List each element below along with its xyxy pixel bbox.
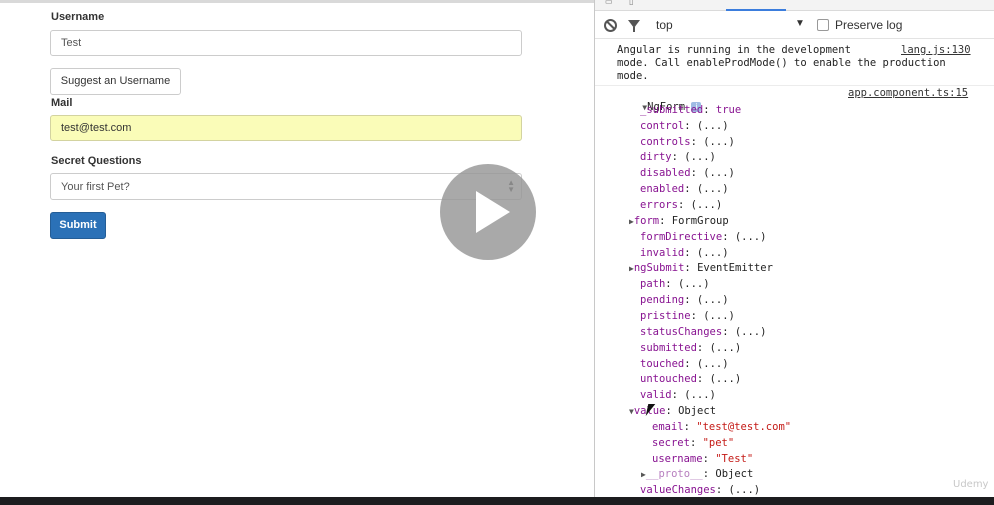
video-player-bar bbox=[0, 497, 994, 505]
console-toolbar: top ▼ Preserve log bbox=[595, 12, 994, 39]
devtools-tabbar: ▭ ▯ bbox=[595, 0, 994, 11]
object-property[interactable]: enabled: (...) bbox=[640, 183, 729, 196]
object-property[interactable]: touched: (...) bbox=[640, 358, 729, 371]
mail-label: Mail bbox=[51, 97, 73, 109]
object-property[interactable]: ▶form: FormGroup bbox=[629, 215, 729, 228]
object-property[interactable]: control: (...) bbox=[640, 120, 729, 133]
message-line: mode. Call enableProdMode() to enable th… bbox=[617, 57, 946, 69]
object-property[interactable]: pending: (...) bbox=[640, 294, 729, 307]
clear-console-icon[interactable] bbox=[604, 19, 617, 32]
preserve-log-label: Preserve log bbox=[835, 18, 903, 32]
context-dropdown-icon[interactable]: ▼ bbox=[795, 18, 805, 29]
username-label: Username bbox=[51, 11, 105, 23]
object-property[interactable]: path: (...) bbox=[640, 278, 710, 291]
object-property[interactable]: disabled: (...) bbox=[640, 167, 735, 180]
object-property[interactable]: pristine: (...) bbox=[640, 310, 735, 323]
object-property: secret: "pet" bbox=[652, 437, 735, 449]
context-selector[interactable]: top bbox=[656, 18, 673, 32]
play-icon bbox=[476, 191, 510, 233]
video-play-button[interactable] bbox=[440, 164, 536, 260]
filter-icon[interactable] bbox=[628, 20, 640, 32]
devtools-panel: ▭ ▯ top ▼ Preserve log Angular is runnin… bbox=[594, 0, 994, 497]
inspect-icon[interactable]: ▭ bbox=[605, 0, 613, 6]
object-property[interactable]: untouched: (...) bbox=[640, 373, 741, 386]
preserve-log-checkbox[interactable] bbox=[817, 19, 829, 31]
object-property[interactable]: ▶__proto__: Object bbox=[641, 468, 753, 481]
object-property[interactable]: dirty: (...) bbox=[640, 151, 716, 164]
udemy-watermark: Udemy bbox=[953, 479, 989, 490]
object-property[interactable]: formDirective: (...) bbox=[640, 231, 766, 244]
object-property[interactable]: valueChanges: (...) bbox=[640, 484, 760, 497]
object-property[interactable]: invalid: (...) bbox=[640, 247, 729, 260]
secret-questions-label: Secret Questions bbox=[51, 155, 142, 167]
object-property: username: "Test" bbox=[652, 453, 754, 465]
object-property[interactable]: ▶ngSubmit: EventEmitter bbox=[629, 262, 773, 275]
source-link[interactable]: app.component.ts:15 bbox=[848, 87, 968, 99]
console-message-text: Angular is running in the development mo… bbox=[617, 44, 946, 83]
object-property[interactable]: ▼value: Object bbox=[629, 405, 716, 418]
object-property[interactable]: errors: (...) bbox=[640, 199, 722, 212]
username-input[interactable]: Test bbox=[50, 30, 522, 56]
object-property[interactable]: valid: (...) bbox=[640, 389, 716, 402]
secret-question-value: Your first Pet? bbox=[61, 181, 130, 193]
source-link[interactable]: lang.js:130 bbox=[901, 44, 971, 56]
object-property: _submitted: true bbox=[640, 104, 742, 116]
message-line: Angular is running in the development bbox=[617, 44, 851, 56]
message-line: mode. bbox=[617, 70, 649, 82]
object-property[interactable]: submitted: (...) bbox=[640, 342, 741, 355]
active-tab-indicator bbox=[726, 9, 786, 11]
device-icon[interactable]: ▯ bbox=[629, 0, 633, 6]
suggest-username-button[interactable]: Suggest an Username bbox=[50, 68, 181, 95]
object-property[interactable]: controls: (...) bbox=[640, 136, 735, 149]
mail-input[interactable]: test@test.com bbox=[50, 115, 522, 141]
submit-button[interactable]: Submit bbox=[50, 212, 106, 239]
top-divider bbox=[0, 0, 594, 3]
object-property: email: "test@test.com" bbox=[652, 421, 792, 433]
object-property[interactable]: statusChanges: (...) bbox=[640, 326, 766, 339]
